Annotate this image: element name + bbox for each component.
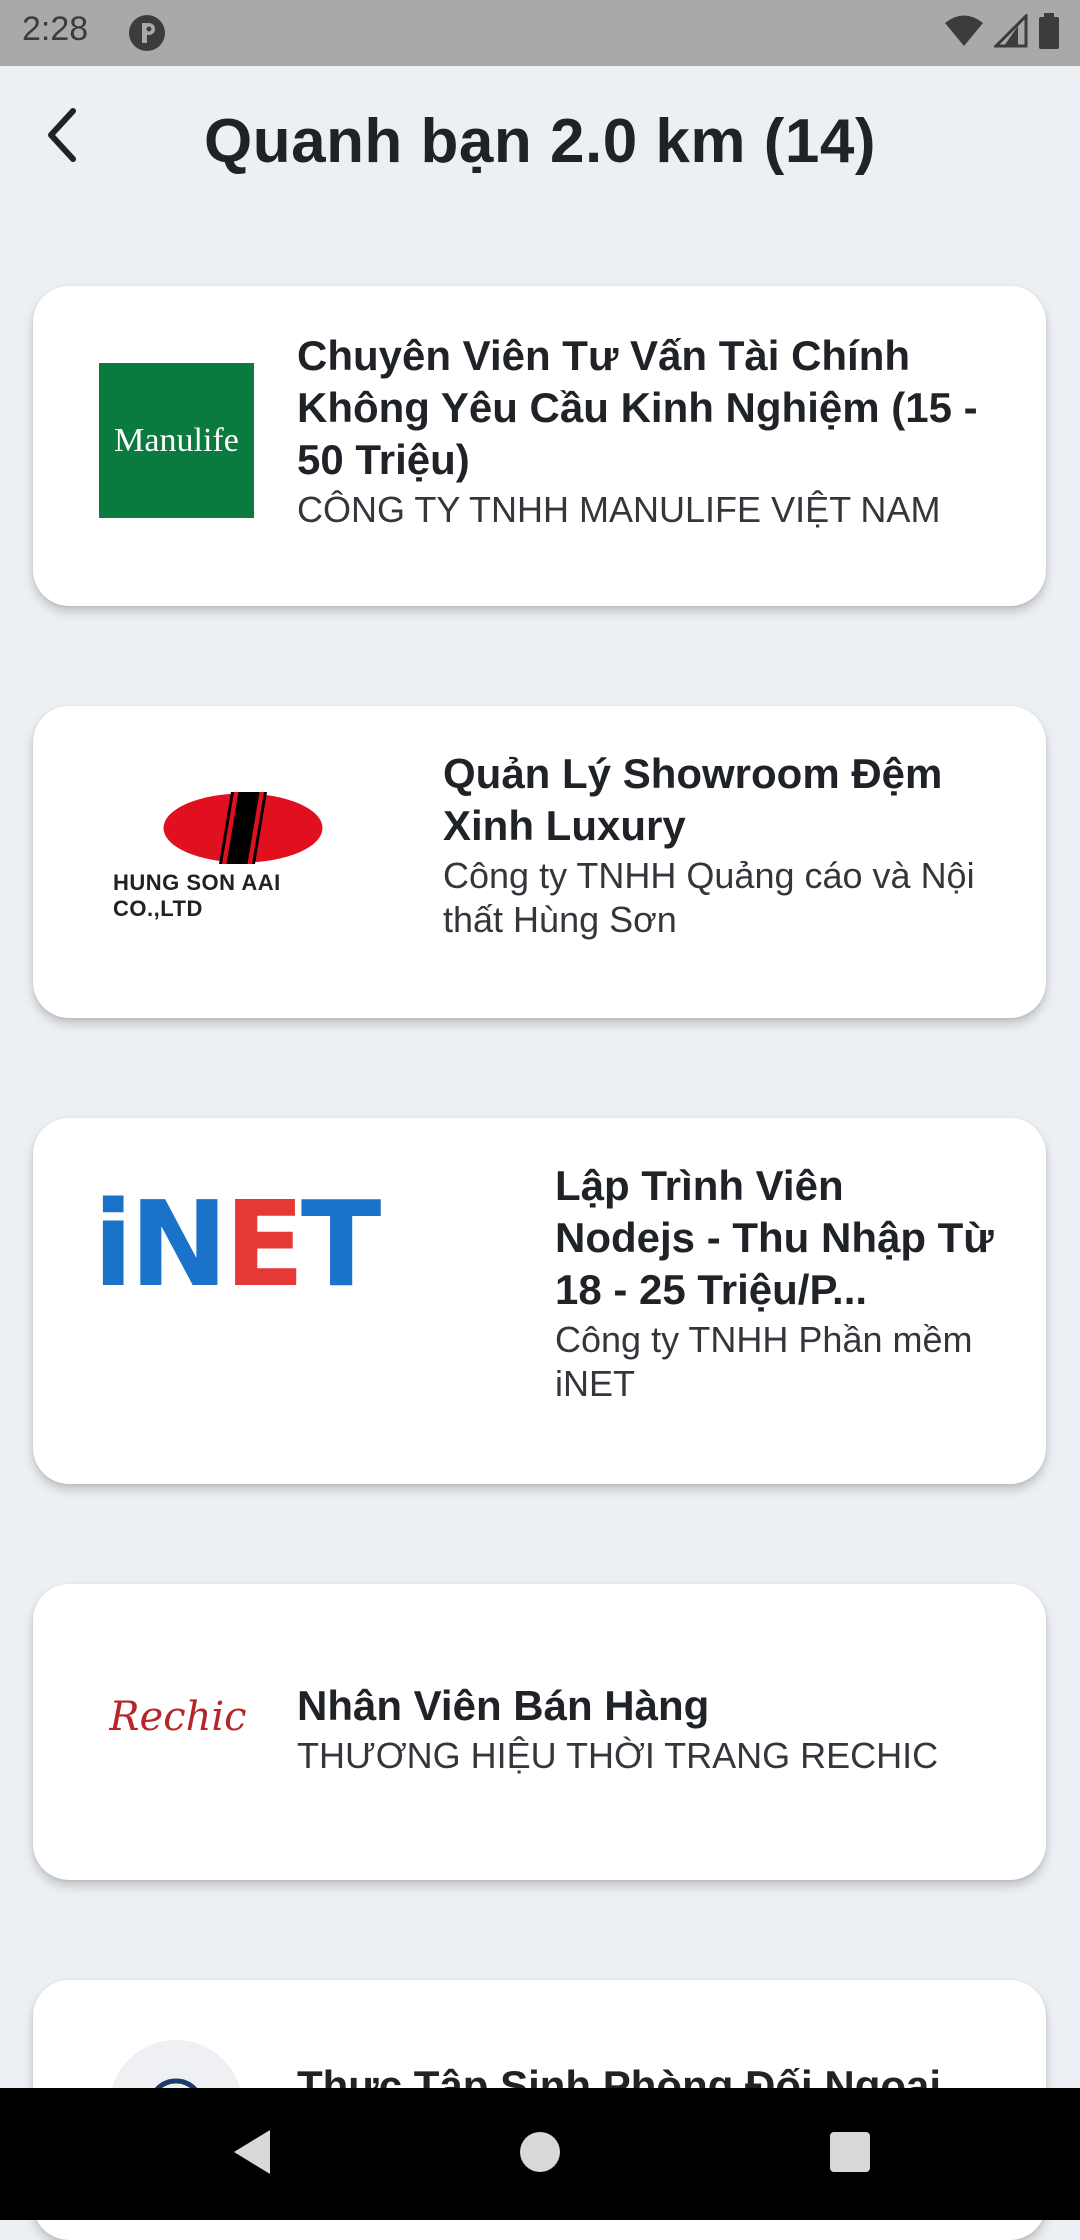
back-triangle-icon xyxy=(230,2128,274,2181)
job-title: Chuyên Viên Tư Vấn Tài Chính Không Yêu C… xyxy=(297,332,978,483)
wifi-icon xyxy=(944,14,984,53)
job-title: Nhân Viên Bán Hàng xyxy=(297,1682,710,1729)
company-name: Công ty TNHH Phần mềm iNET xyxy=(555,1319,973,1404)
battery-icon xyxy=(1038,12,1060,54)
app-notification-icon xyxy=(128,14,166,52)
status-time: 2:28 xyxy=(22,10,89,48)
nav-home-button[interactable] xyxy=(508,2122,572,2186)
logo-text: iNET xyxy=(93,1175,381,1313)
header: Quanh bạn 2.0 km (14) xyxy=(0,66,1080,236)
page-title: Quanh bạn 2.0 km (14) xyxy=(203,107,876,176)
nav-recents-button[interactable] xyxy=(818,2122,882,2186)
status-icons xyxy=(944,11,1060,54)
hungson-emblem-icon xyxy=(163,792,323,864)
job-title: Quản Lý Showroom Đệm Xinh Luxury xyxy=(443,750,943,849)
company-name: THƯƠNG HIỆU THỜI TRANG RECHIC xyxy=(297,1735,939,1776)
job-card[interactable]: iNET Lập Trình Viên Nodejs - Thu Nhập Từ… xyxy=(33,1118,1046,1484)
company-name: Công ty TNHH Quảng cáo và Nội thất Hùng … xyxy=(443,855,975,940)
company-logo-hungson: HUNG SON AAI CO.,LTD xyxy=(113,792,373,922)
nav-back-button[interactable] xyxy=(220,2122,284,2186)
home-circle-icon xyxy=(518,2130,562,2179)
job-card[interactable]: HUNG SON AAI CO.,LTD Quản Lý Showroom Đệ… xyxy=(33,706,1046,1018)
job-card[interactable]: Rechic Nhân Viên Bán Hàng THƯƠNG HIỆU TH… xyxy=(33,1584,1046,1880)
cellular-signal-icon xyxy=(992,11,1028,53)
job-card[interactable]: Manulife Chuyên Viên Tư Vấn Tài Chính Kh… xyxy=(33,286,1046,606)
company-name: CÔNG TY TNHH MANULIFE VIỆT NAM xyxy=(297,489,941,530)
logo-text: Rechic xyxy=(109,1694,247,1740)
logo-text: Manulife xyxy=(114,421,239,459)
company-logo-inet: iNET xyxy=(93,1184,513,1304)
navigation-bar xyxy=(0,2088,1080,2220)
job-title: Lập Trình Viên Nodejs - Thu Nhập Từ 18 -… xyxy=(555,1162,994,1313)
logo-text: HUNG SON AAI CO.,LTD xyxy=(113,870,281,921)
company-logo-manulife: Manulife xyxy=(99,363,254,518)
company-logo-rechic: Rechic xyxy=(93,1672,263,1762)
recents-square-icon xyxy=(829,2131,871,2178)
status-bar: 2:28 xyxy=(0,0,1080,66)
